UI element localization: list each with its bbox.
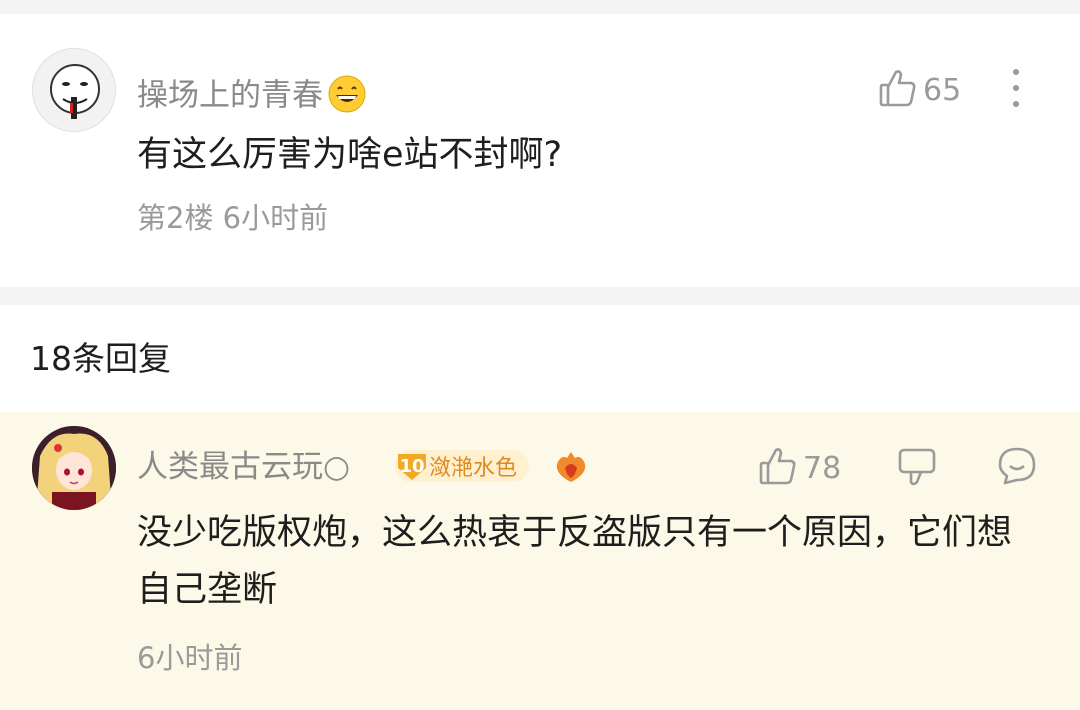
post-like-button[interactable]: 65: [879, 68, 961, 114]
post-username-text[interactable]: 操场上的青春: [137, 78, 323, 114]
post-content: 有这么厉害为啥e站不封啊?: [137, 135, 563, 175]
thumbs-up-icon: [759, 446, 797, 492]
more-vertical-icon[interactable]: [1004, 66, 1028, 110]
grinning-face-emoji-icon: [327, 74, 367, 120]
reply-like-button[interactable]: 78: [759, 446, 841, 492]
reply-username[interactable]: 人类最古云玩○: [137, 452, 350, 483]
badge-level-number: 10: [399, 455, 425, 477]
reply-meta: 6小时前: [137, 641, 243, 675]
reply-avatar[interactable]: [32, 426, 116, 510]
comment-bubble-icon[interactable]: [997, 446, 1037, 486]
post-username[interactable]: 操场上的青春: [137, 74, 367, 120]
post-like-count: 65: [923, 73, 962, 108]
thumbs-up-icon: [879, 68, 917, 114]
badge-level-icon: 10: [395, 450, 429, 482]
badge-label: 潋滟水色: [429, 456, 518, 481]
post-avatar[interactable]: [32, 48, 116, 132]
top-divider: [0, 0, 1080, 14]
fire-heart-icon: [553, 450, 589, 484]
reply-like-count: 78: [803, 451, 842, 486]
thumbs-down-icon[interactable]: [897, 446, 937, 488]
reply-content: 没少吃版权炮，这么热衷于反盗版只有一个原因，它们想自己垄断: [137, 513, 1013, 610]
fan-level-badge[interactable]: 10 潋滟水色: [395, 448, 530, 484]
reply-count-header: 18条回复: [30, 339, 171, 378]
post-meta: 第2楼 6小时前: [137, 201, 329, 235]
section-divider: [0, 287, 1080, 305]
